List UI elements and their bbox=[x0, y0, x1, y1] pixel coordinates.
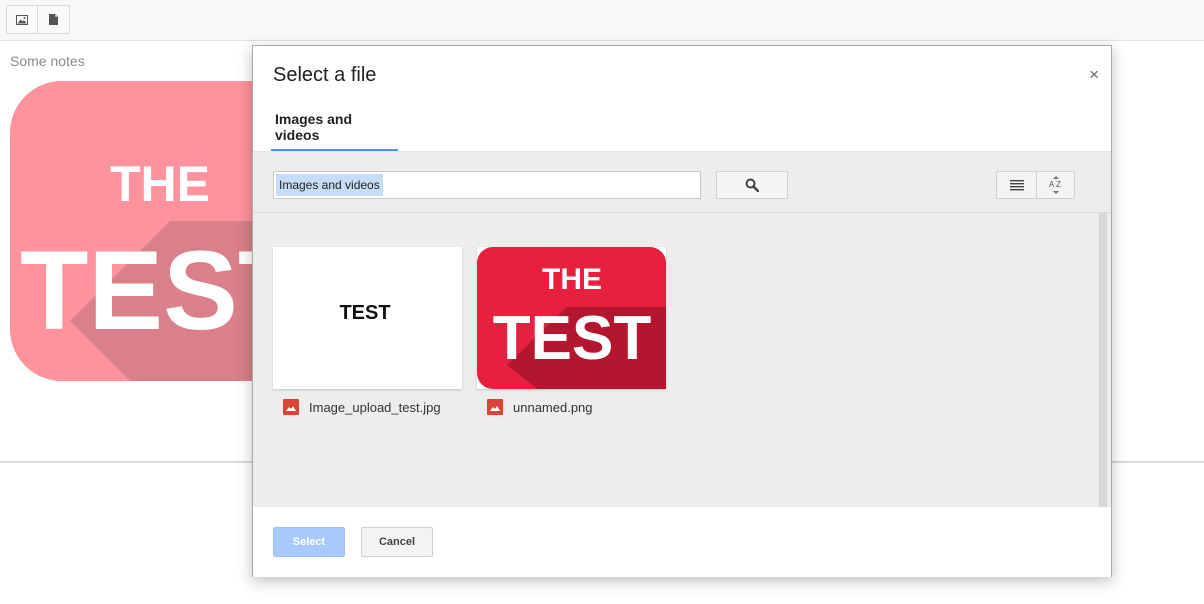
sort-az-icon: A Z bbox=[1049, 176, 1061, 194]
file-name: Image_upload_test.jpg bbox=[309, 399, 441, 415]
cancel-button[interactable]: Cancel bbox=[361, 527, 433, 557]
thumb-text: TEST bbox=[339, 302, 390, 324]
thumb-title: THE bbox=[542, 263, 602, 296]
search-input-value: Images and videos bbox=[276, 174, 383, 196]
file-item[interactable]: TEST Image_upload_test.jpg bbox=[273, 247, 462, 416]
file-name: unnamed.png bbox=[513, 399, 593, 415]
file-browser-content: Images and videos A Z TEST Image_upload_… bbox=[253, 152, 1111, 507]
grid-divider bbox=[253, 212, 1111, 213]
svg-text:A: A bbox=[1049, 180, 1055, 189]
thumb-main: TEST bbox=[493, 304, 652, 373]
insert-image-button[interactable] bbox=[6, 5, 38, 34]
select-button[interactable]: Select bbox=[273, 527, 345, 557]
dialog-title: Select a file bbox=[273, 64, 377, 86]
editor-image-title: THE bbox=[110, 156, 210, 212]
editor-toolbar bbox=[0, 0, 1204, 41]
search-button[interactable] bbox=[716, 171, 788, 199]
tab-label: Images and videos bbox=[275, 110, 353, 143]
dialog-footer: Select Cancel bbox=[253, 507, 1111, 577]
insert-file-icon bbox=[49, 14, 58, 25]
editor-notes-text: Some notes bbox=[10, 53, 85, 69]
file-thumbnail: THE TEST bbox=[477, 247, 666, 389]
tab-images-and-videos[interactable]: Images and videos bbox=[271, 104, 398, 151]
file-item[interactable]: THE TEST unnamed.png bbox=[477, 247, 666, 416]
scrollbar[interactable] bbox=[1099, 213, 1107, 507]
image-file-icon bbox=[283, 399, 299, 415]
search-icon bbox=[745, 178, 759, 192]
image-file-icon bbox=[487, 399, 503, 415]
list-view-button[interactable] bbox=[996, 171, 1037, 199]
list-view-icon bbox=[1009, 179, 1024, 190]
sort-button[interactable]: A Z bbox=[1037, 171, 1075, 199]
search-input[interactable]: Images and videos bbox=[273, 171, 701, 199]
file-picker-dialog: Select a file × Images and videos Images… bbox=[252, 45, 1112, 577]
file-caption: unnamed.png bbox=[477, 398, 666, 416]
file-caption: Image_upload_test.jpg bbox=[273, 398, 462, 416]
insert-image-icon bbox=[16, 14, 28, 25]
file-thumbnail: TEST bbox=[273, 247, 462, 389]
insert-file-button[interactable] bbox=[38, 5, 70, 34]
close-icon[interactable]: × bbox=[1089, 66, 1099, 83]
svg-text:Z: Z bbox=[1056, 180, 1061, 189]
